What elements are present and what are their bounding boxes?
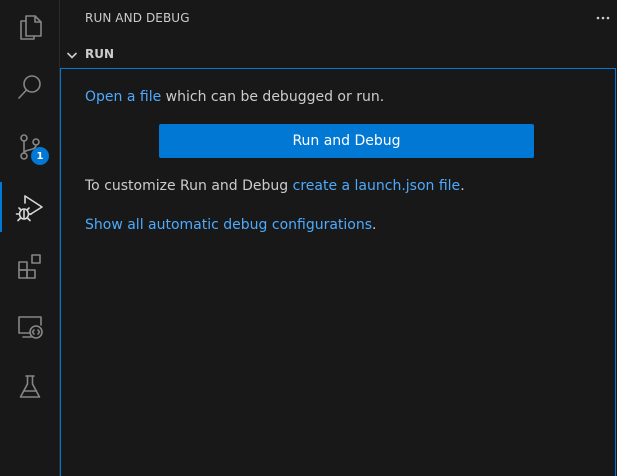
activity-run-debug[interactable] xyxy=(0,182,60,232)
source-control-badge: 1 xyxy=(31,147,49,165)
activity-extensions[interactable] xyxy=(0,242,60,292)
vscode-window: 1 RUN AND DEBUG RUN Open a file which ca… xyxy=(0,0,617,476)
run-section-header[interactable]: RUN xyxy=(60,44,617,66)
testing-icon xyxy=(19,375,41,398)
activity-search[interactable] xyxy=(0,62,60,112)
run-debug-view: RUN AND DEBUG RUN Open a file which can … xyxy=(60,0,617,476)
open-file-link[interactable]: Open a file xyxy=(85,89,161,105)
customize-suffix: . xyxy=(460,178,465,194)
customize-line: To customize Run and Debug create a laun… xyxy=(85,178,465,194)
activity-source-control[interactable]: 1 xyxy=(0,122,60,172)
create-launch-json-link[interactable]: create a launch.json file xyxy=(293,178,461,194)
run-section-body: Open a file which can be debugged or run… xyxy=(60,68,616,476)
more-actions-button[interactable] xyxy=(593,8,613,28)
chevron-down-icon xyxy=(64,47,80,63)
customize-text: To customize Run and Debug xyxy=(85,178,293,194)
run-and-debug-button[interactable]: Run and Debug xyxy=(159,124,534,158)
extensions-icon xyxy=(18,254,41,279)
explorer-icon xyxy=(20,15,42,40)
section-title: RUN xyxy=(85,47,115,61)
automatic-configs-suffix: . xyxy=(372,217,377,233)
activity-remote-explorer[interactable] xyxy=(0,302,60,352)
panel-title: RUN AND DEBUG xyxy=(85,11,190,25)
ellipsis-icon xyxy=(596,16,610,20)
automatic-configs-line: Show all automatic debug configurations. xyxy=(85,217,377,233)
activity-testing[interactable] xyxy=(0,362,60,412)
activity-bar: 1 xyxy=(0,0,60,476)
search-icon xyxy=(18,75,41,99)
panel-header: RUN AND DEBUG xyxy=(60,0,617,36)
remote-explorer-icon xyxy=(18,316,43,339)
run-debug-icon xyxy=(15,195,43,222)
activity-explorer[interactable] xyxy=(0,2,60,52)
open-file-line: Open a file which can be debugged or run… xyxy=(85,89,384,105)
open-file-text: which can be debugged or run. xyxy=(161,89,385,105)
show-automatic-configs-link[interactable]: Show all automatic debug configurations xyxy=(85,217,372,233)
